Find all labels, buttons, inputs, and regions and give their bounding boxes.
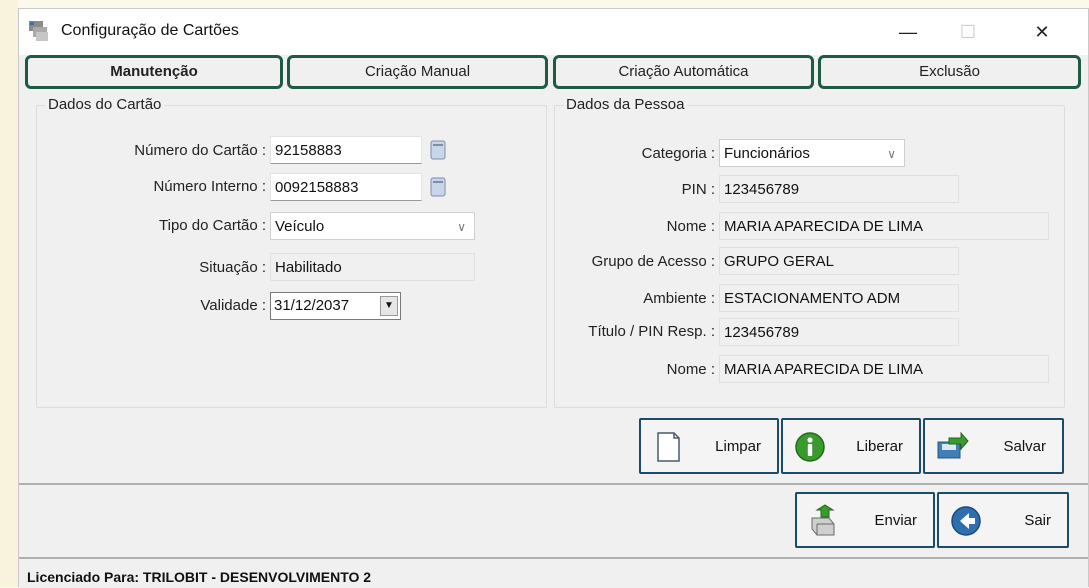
card-config-window: Configuração de Cartões — ☐ ✕ Manutenção… (18, 8, 1089, 588)
card-number-field[interactable]: 92158883 (270, 136, 422, 164)
card-data-group-title: Dados do Cartão (45, 96, 165, 113)
app-cards-icon (29, 21, 48, 41)
window-title: Configuração de Cartões (61, 22, 239, 39)
internal-number-field[interactable]: 0092158883 (270, 173, 422, 201)
tab-criacao-automatica[interactable]: Criação Automática (553, 55, 814, 89)
validity-date-value: 31/12/2037 (274, 297, 350, 314)
tab-exclusao[interactable]: Exclusão (818, 55, 1081, 89)
tab-manutencao[interactable]: Manutenção (25, 55, 283, 89)
category-select[interactable]: Funcionários ∨ (719, 139, 905, 167)
date-dropdown-icon[interactable]: ▼ (380, 296, 398, 316)
release-button-label: Liberar (856, 438, 903, 455)
situation-label: Situação : (199, 259, 266, 276)
status-bar: Licenciado Para: TRILOBIT - DESENVOLVIME… (19, 567, 1088, 588)
pin-label: PIN : (681, 181, 715, 198)
send-button[interactable]: Enviar (795, 492, 935, 548)
title-pin-resp-label: Título / PIN Resp. : (588, 323, 715, 340)
status-separator (19, 557, 1088, 559)
exit-arrow-icon (951, 506, 981, 536)
release-button[interactable]: Liberar (781, 418, 921, 474)
resp-name-label: Nome : (666, 361, 715, 378)
card-type-label: Tipo do Cartão : (159, 217, 266, 234)
background-edge-left (0, 0, 18, 587)
chevron-down-icon: ∨ (457, 220, 466, 234)
card-number-label: Número do Cartão : (134, 142, 266, 159)
blank-page-icon (657, 432, 680, 462)
chevron-down-icon: ∨ (887, 147, 896, 161)
validity-label: Validade : (200, 297, 266, 314)
send-button-label: Enviar (874, 512, 917, 529)
access-group-label: Grupo de Acesso : (591, 253, 715, 270)
pin-field: 123456789 (719, 175, 959, 203)
save-button[interactable]: Salvar (923, 418, 1064, 474)
access-group-field: GRUPO GERAL (719, 247, 959, 275)
environment-label: Ambiente : (643, 290, 715, 307)
clear-button-label: Limpar (715, 438, 761, 455)
title-bar: Configuração de Cartões — ☐ ✕ (19, 9, 1088, 55)
validity-date-picker[interactable]: 31/12/2037 ▼ (270, 292, 401, 320)
clear-button[interactable]: Limpar (639, 418, 779, 474)
separator (19, 483, 1088, 485)
resp-name-field: MARIA APARECIDA DE LIMA (719, 355, 1049, 383)
save-arrow-icon (937, 431, 969, 459)
environment-field: ESTACIONAMENTO ADM (719, 284, 959, 312)
card-type-value: Veículo (275, 218, 325, 235)
save-button-label: Salvar (1003, 438, 1046, 455)
info-icon (795, 432, 825, 462)
internal-number-label: Número Interno : (153, 178, 266, 195)
exit-button[interactable]: Sair (937, 492, 1069, 548)
person-data-group-title: Dados da Pessoa (563, 96, 688, 113)
tab-criacao-manual[interactable]: Criação Manual (287, 55, 548, 89)
lookup-card-icon[interactable] (429, 139, 447, 161)
lookup-internal-icon[interactable] (429, 176, 447, 198)
license-text: Licenciado Para: TRILOBIT - DESENVOLVIME… (27, 569, 372, 585)
situation-field: Habilitado (270, 253, 475, 281)
maximize-button[interactable]: ☐ (945, 17, 991, 47)
send-box-icon (811, 504, 835, 536)
category-label: Categoria : (641, 145, 715, 162)
category-value: Funcionários (724, 145, 810, 162)
name-label: Nome : (666, 218, 715, 235)
exit-button-label: Sair (1024, 512, 1051, 529)
name-field: MARIA APARECIDA DE LIMA (719, 212, 1049, 240)
title-pin-resp-field: 123456789 (719, 318, 959, 346)
tab-strip: Manutenção Criação Manual Criação Automá… (25, 55, 1085, 91)
close-button[interactable]: ✕ (1019, 17, 1065, 47)
card-type-select[interactable]: Veículo ∨ (270, 212, 475, 240)
minimize-button[interactable]: — (885, 17, 931, 47)
